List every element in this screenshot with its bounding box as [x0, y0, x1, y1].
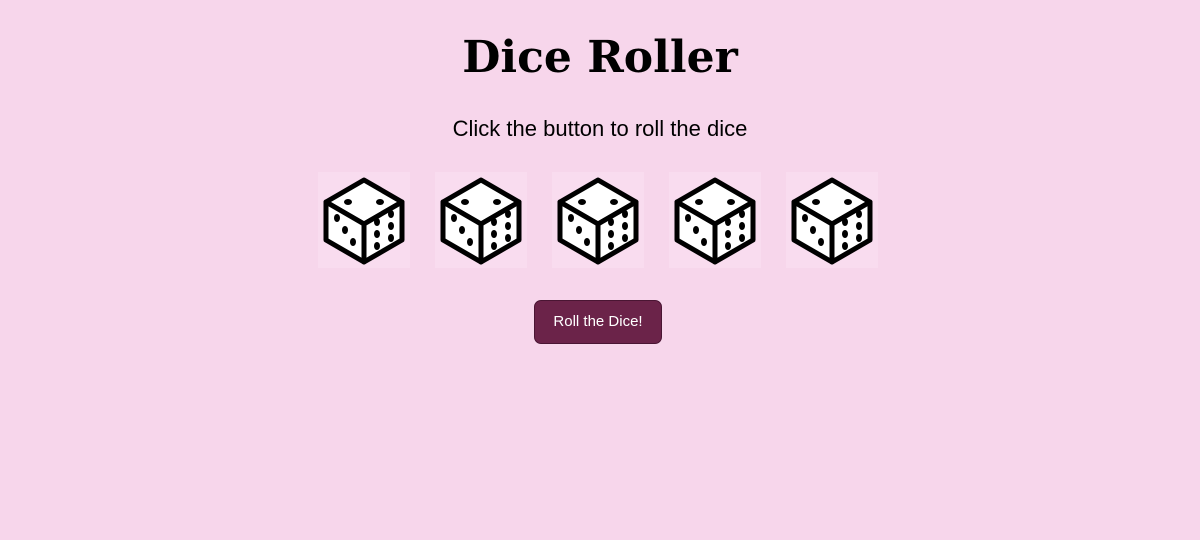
dice-icon [669, 172, 761, 268]
page-title: Dice Roller [462, 32, 738, 83]
instruction-text: Click the button to roll the dice [452, 116, 748, 141]
roll-dice-button[interactable]: Roll the Dice! [534, 300, 662, 344]
dice-icon [786, 172, 878, 268]
dice-icon [552, 172, 644, 268]
dice-row [0, 172, 1200, 268]
dice-icon [318, 172, 410, 268]
dice-icon [435, 172, 527, 268]
